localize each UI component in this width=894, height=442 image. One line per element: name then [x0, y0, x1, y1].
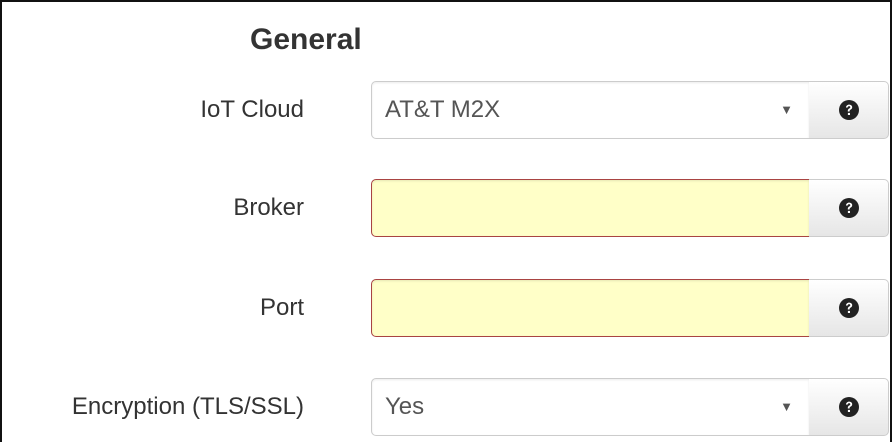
port-field[interactable] [371, 279, 810, 337]
section-title: General [250, 23, 362, 56]
iot-cloud-select[interactable]: AT&T M2X ▼ [371, 81, 810, 139]
encryption-label: Encryption (TLS/SSL) [71, 393, 304, 420]
iot-cloud-row: IoT Cloud AT&T M2X ▼ [2, 81, 894, 139]
broker-label: Broker [233, 194, 304, 221]
port-row: Port [2, 279, 894, 337]
broker-row: Broker [2, 179, 894, 237]
encryption-select[interactable]: Yes ▼ [371, 378, 810, 436]
chevron-down-icon: ▼ [780, 102, 793, 117]
port-label: Port [259, 294, 304, 321]
encryption-help-button[interactable] [809, 378, 889, 436]
question-circle-icon [838, 397, 859, 417]
question-circle-icon [838, 298, 859, 318]
iot-cloud-help-button[interactable] [809, 81, 889, 139]
iot-cloud-label: IoT Cloud [200, 96, 304, 123]
broker-input[interactable] [372, 180, 809, 236]
settings-panel: General IoT Cloud AT&T M2X ▼ Broker Port… [0, 0, 892, 442]
chevron-down-icon: ▼ [780, 399, 793, 414]
port-help-button[interactable] [809, 279, 889, 337]
port-input[interactable] [372, 280, 809, 336]
encryption-selected-value: Yes [385, 393, 425, 420]
question-circle-icon [838, 198, 859, 218]
broker-help-button[interactable] [809, 179, 889, 237]
question-circle-icon [838, 100, 859, 120]
broker-field[interactable] [371, 179, 810, 237]
iot-cloud-selected-value: AT&T M2X [385, 96, 501, 123]
encryption-row: Encryption (TLS/SSL) Yes ▼ [2, 378, 894, 436]
